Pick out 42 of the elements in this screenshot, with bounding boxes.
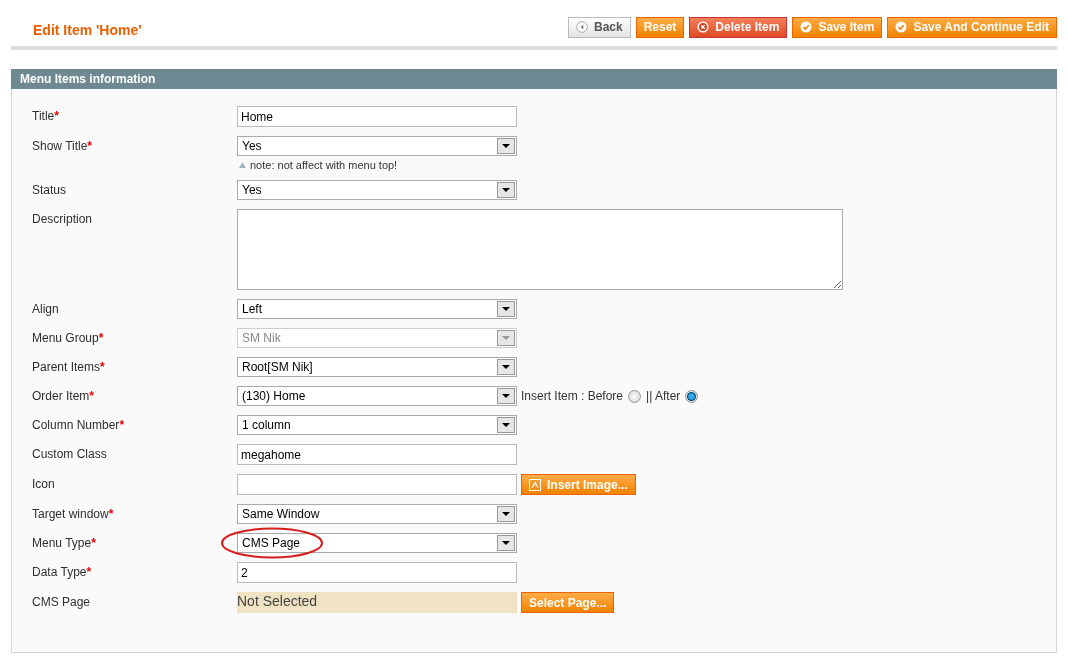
field-label: Order Item* [32,388,96,405]
triangle-icon [239,162,246,168]
field-label: Status [32,182,68,199]
select-field[interactable]: CMS Page [237,533,517,553]
image-icon [529,478,541,491]
field-label: Icon [32,476,56,493]
checkmark-icon [895,21,908,33]
field-note: note: not affect with menu top! [250,159,398,171]
field-label: Menu Group* [32,330,105,347]
field-label: Target window* [32,506,115,523]
field-label: Parent Items* [32,359,106,376]
field-label: Align [32,301,60,318]
field-label: CMS Page [32,594,92,611]
select-field[interactable]: Yes [237,180,517,200]
select-field[interactable]: Yes [237,136,517,156]
field-label: Title* [32,108,60,125]
select-field[interactable]: 1 column [237,415,517,435]
radio-button[interactable] [685,389,699,403]
text-field[interactable]: 2 [237,562,517,583]
insert-position-label: || After [646,389,681,403]
select-field[interactable]: Same Window [237,504,517,524]
text-field[interactable] [237,474,517,495]
action-button[interactable]: Back [568,16,631,38]
select-field[interactable]: Root[SM Nik] [237,357,517,377]
selected-page-field: Not Selected [237,592,517,613]
field-label: Menu Type* [32,535,97,552]
text-field[interactable]: Home [237,106,517,127]
checkmark-icon [800,21,813,33]
field-label: Show Title* [32,138,94,155]
insert-position-label: Insert Item : Before [521,389,624,403]
radio-button[interactable] [628,389,642,403]
field-label: Custom Class [32,446,108,463]
section-header: Menu Items information [11,69,1057,89]
field-label: Column Number* [32,417,126,434]
page-title: Edit Item 'Home' [33,21,142,38]
field-label: Description [32,211,94,228]
select-field[interactable]: Left [237,299,517,319]
text-field[interactable]: megahome [237,444,517,465]
delete-x-icon [697,21,710,33]
select-field[interactable]: (130) Home [237,386,517,406]
textarea-field[interactable] [237,209,843,290]
field-label: Data Type* [32,564,93,581]
